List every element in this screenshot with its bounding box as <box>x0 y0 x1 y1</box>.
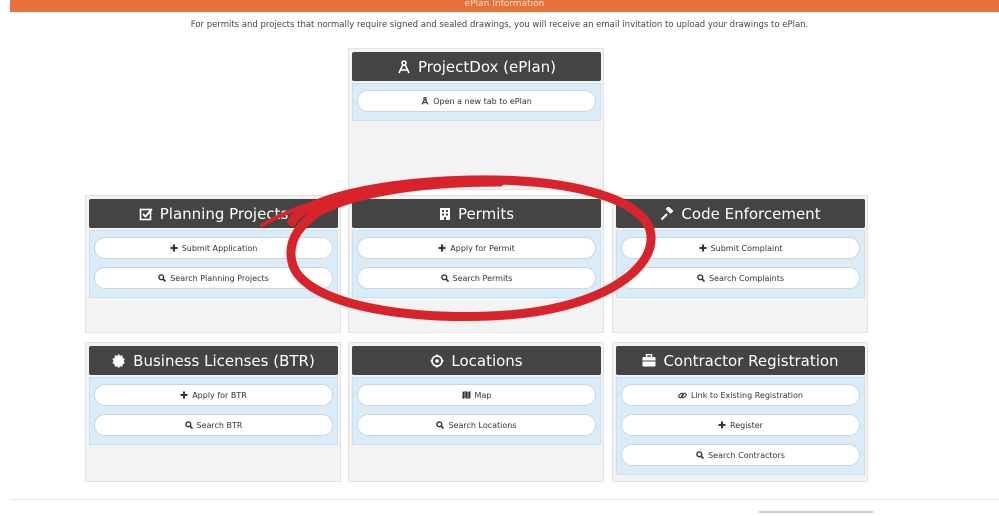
top-banner: ePlan Information <box>10 0 999 12</box>
map-label: Map <box>474 390 492 400</box>
apply-for-btr-label: Apply for BTR <box>192 390 247 400</box>
footer-control <box>759 511 873 516</box>
search-planning-projects-button[interactable]: Search Planning Projects <box>94 267 333 289</box>
search-icon <box>184 421 193 429</box>
apply-for-btr-button[interactable]: Apply for BTR <box>94 384 333 406</box>
panel-header-locations: Locations <box>352 346 601 375</box>
link-existing-registration-button[interactable]: Link to Existing Registration <box>621 384 860 406</box>
panel-planning-projects: Planning Projects Submit Application Sea… <box>85 195 341 333</box>
map-button[interactable]: Map <box>357 384 596 406</box>
building-icon <box>439 207 451 221</box>
submit-application-label: Submit Application <box>181 243 258 253</box>
panel-title-contractor: Contractor Registration <box>663 351 839 370</box>
panel-header-contractor: Contractor Registration <box>616 346 865 375</box>
banner-text: ePlan Information <box>464 0 545 9</box>
panel-business-licenses: Business Licenses (BTR) Apply for BTR Se… <box>85 342 341 482</box>
panel-contractor-registration: Contractor Registration Link to Existing… <box>612 342 868 482</box>
panel-locations: Locations Map Search Locations <box>348 342 604 482</box>
compass-icon <box>397 59 411 74</box>
search-locations-label: Search Locations <box>448 420 517 430</box>
plus-icon <box>180 391 188 399</box>
search-icon <box>440 274 449 282</box>
search-btr-button[interactable]: Search BTR <box>94 414 333 436</box>
search-icon <box>158 274 167 282</box>
panel-body-contractor: Link to Existing Registration Register S… <box>616 377 865 475</box>
open-eplan-label: Open a new tab to ePlan <box>433 96 532 106</box>
panel-header-permits: Permits <box>352 199 601 228</box>
search-complaints-button[interactable]: Search Complaints <box>621 267 860 289</box>
gavel-icon <box>660 206 674 221</box>
panel-title-planning: Planning Projects <box>159 204 289 223</box>
compass-icon <box>421 97 429 105</box>
apply-for-permit-label: Apply for Permit <box>450 243 515 253</box>
panel-title-btr: Business Licenses (BTR) <box>133 351 315 370</box>
search-locations-button[interactable]: Search Locations <box>357 414 596 436</box>
panel-body-code: Submit Complaint Search Complaints <box>616 230 865 298</box>
panel-title-permits: Permits <box>457 204 515 223</box>
plus-icon <box>718 421 726 429</box>
plus-icon <box>699 244 707 252</box>
footer-divider <box>10 499 999 500</box>
search-btr-label: Search BTR <box>196 420 243 430</box>
panel-header-btr: Business Licenses (BTR) <box>89 346 338 375</box>
plus-icon <box>438 244 446 252</box>
briefcase-icon <box>642 354 656 367</box>
search-permits-label: Search Permits <box>452 273 513 283</box>
plus-icon <box>170 244 178 252</box>
panel-header-code: Code Enforcement <box>616 199 865 228</box>
panel-body-btr: Apply for BTR Search BTR <box>89 377 338 445</box>
search-contractors-label: Search Contractors <box>708 450 785 460</box>
search-complaints-label: Search Complaints <box>708 273 785 283</box>
panel-title-projectdox: ProjectDox (ePlan) <box>417 57 557 76</box>
open-eplan-button[interactable]: Open a new tab to ePlan <box>357 90 596 112</box>
panel-body-locations: Map Search Locations <box>352 377 601 445</box>
search-icon <box>697 274 705 282</box>
search-permits-button[interactable]: Search Permits <box>357 267 596 289</box>
apply-for-permit-button[interactable]: Apply for Permit <box>357 237 596 259</box>
panel-body-planning: Submit Application Search Planning Proje… <box>89 230 338 298</box>
panel-body-projectdox: Open a new tab to ePlan <box>352 83 601 121</box>
panel-body-permits: Apply for Permit Search Permits <box>352 230 601 298</box>
panel-header-projectdox: ProjectDox (ePlan) <box>352 52 601 81</box>
link-existing-registration-label: Link to Existing Registration <box>691 390 803 400</box>
search-icon <box>696 451 705 459</box>
map-icon <box>462 391 471 399</box>
search-icon <box>436 421 445 429</box>
register-label: Register <box>730 420 763 430</box>
panel-header-planning: Planning Projects <box>89 199 338 228</box>
submit-complaint-button[interactable]: Submit Complaint <box>621 237 860 259</box>
certificate-icon <box>112 353 126 368</box>
panel-permits: Permits Apply for Permit Search Permits <box>348 195 604 333</box>
intro-text: For permits and projects that normally r… <box>190 20 809 30</box>
search-planning-projects-label: Search Planning Projects <box>170 273 269 283</box>
submit-application-button[interactable]: Submit Application <box>94 237 333 259</box>
panel-title-locations: Locations <box>451 351 523 370</box>
crosshairs-icon <box>430 354 444 368</box>
search-contractors-button[interactable]: Search Contractors <box>621 444 860 466</box>
checkbox-icon <box>139 207 153 221</box>
panel-code-enforcement: Code Enforcement Submit Complaint Search… <box>612 195 868 333</box>
submit-complaint-label: Submit Complaint <box>710 243 783 253</box>
register-button[interactable]: Register <box>621 414 860 436</box>
panel-projectdox: ProjectDox (ePlan) Open a new tab to ePl… <box>348 48 604 190</box>
link-icon <box>678 391 687 400</box>
panel-title-code: Code Enforcement <box>681 204 821 223</box>
